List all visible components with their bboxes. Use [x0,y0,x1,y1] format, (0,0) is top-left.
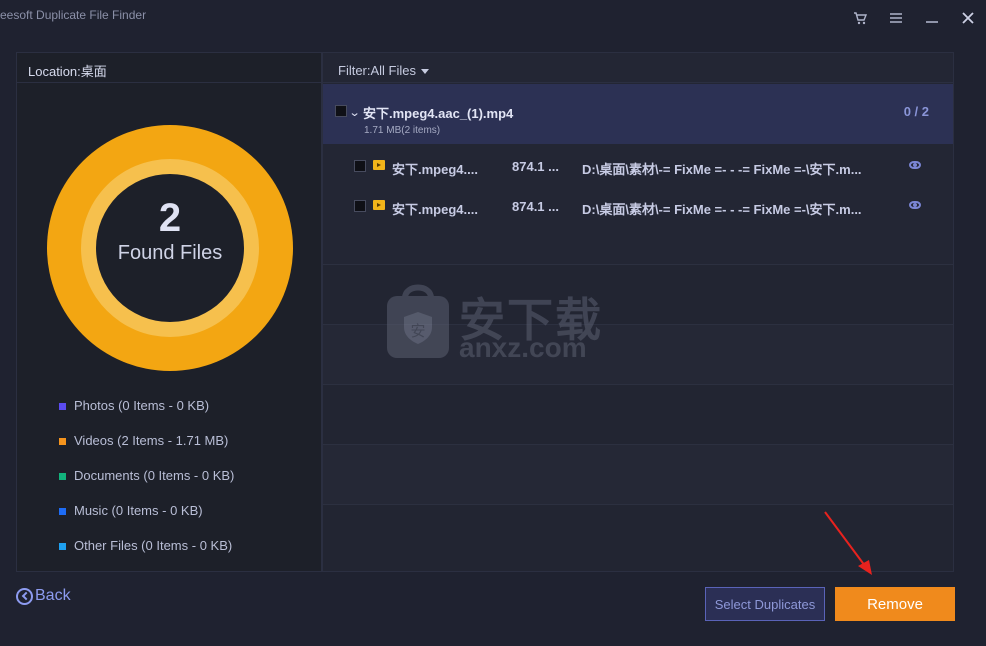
file-path: D:\桌面\素材\-= FixMe =- - -= FixMe =-\安下.m.… [582,202,862,217]
legend-label-photos: Photos (0 Items - 0 KB) [74,398,210,413]
minimize-icon[interactable] [922,9,942,27]
legend-label-music: Music (0 Items - 0 KB) [74,503,203,518]
legend-other: Other Files (0 Items - 0 KB) [59,538,234,573]
video-file-icon [373,200,385,210]
location-label: Location:桌面 [17,53,321,83]
back-arrow-icon [16,587,33,605]
legend-documents: Documents (0 Items - 0 KB) [59,468,234,503]
file-path: D:\桌面\素材\-= FixMe =- - -= FixMe =-\安下.m.… [582,162,862,177]
legend-dot-other [59,543,66,550]
select-duplicates-button[interactable]: Select Duplicates [705,587,825,621]
close-icon[interactable] [958,9,978,27]
chevron-down-icon [421,69,430,75]
legend-dot-photos [59,403,66,410]
file-checkbox[interactable] [354,200,366,212]
group-selected-count: 0 / 2 [903,104,929,119]
back-label: Back [35,587,71,604]
watermark-bag-icon: 安 [387,284,449,358]
preview-eye-icon[interactable] [909,201,921,209]
watermark-sub: anxz.com [459,332,587,363]
file-size: 874.1 ... [512,159,559,174]
annotation-arrow-icon [824,511,872,575]
watermark-badge: 安 [410,322,425,340]
file-name: 安下.mpeg4.... [392,202,478,217]
back-button[interactable]: Back [16,587,71,605]
remove-button[interactable]: Remove [835,587,955,621]
expand-chevron-icon[interactable]: ⌄ [349,106,361,119]
legend-videos: Videos (2 Items - 1.71 MB) [59,433,234,468]
file-row[interactable]: 安下.mpeg4.... 874.1 ... D:\桌面\素材\-= FixMe… [323,186,953,226]
found-files-donut: 2 Found Files [47,125,293,371]
summary-panel: Location:桌面 2 Found Files Photos (0 Item… [16,52,322,572]
legend-dot-videos [59,438,66,445]
title-bar: eesoft Duplicate File Finder [0,0,986,40]
file-checkbox[interactable] [354,160,366,172]
file-row[interactable]: 安下.mpeg4.... 874.1 ... D:\桌面\素材\-= FixMe… [323,146,953,186]
legend-music: Music (0 Items - 0 KB) [59,503,234,538]
donut-inner-ring: 2 Found Files [81,159,259,337]
app-title: eesoft Duplicate File Finder [0,8,147,22]
legend-photos: Photos (0 Items - 0 KB) [59,398,234,433]
group-checkbox[interactable] [335,105,347,117]
legend-dot-documents [59,473,66,480]
legend-label-videos: Videos (2 Items - 1.71 MB) [74,433,229,448]
preview-eye-icon[interactable] [909,161,921,169]
group-file-name: 安下.mpeg4.aac_(1).mp4 [363,106,514,121]
found-label: Found Files [117,242,223,264]
legend-dot-music [59,508,66,515]
group-size: 1.71 MB(2 items) [364,125,441,136]
cart-icon[interactable] [850,9,870,27]
video-file-icon [373,160,385,170]
filter-label: Filter:All Files [338,63,417,78]
filter-dropdown[interactable]: Filter:All Files [323,53,953,83]
category-legend: Photos (0 Items - 0 KB) Videos (2 Items … [59,398,234,573]
file-size: 874.1 ... [512,199,559,214]
duplicate-group-row[interactable]: ⌄ 安下.mpeg4.aac_(1).mp4 1.71 MB(2 items) … [323,84,953,144]
empty-row [323,444,953,504]
file-name: 安下.mpeg4.... [392,162,478,177]
legend-label-other: Other Files (0 Items - 0 KB) [74,538,233,553]
empty-row [323,384,953,444]
found-count: 2 [158,196,182,240]
menu-icon[interactable] [886,9,906,27]
legend-label-documents: Documents (0 Items - 0 KB) [74,468,235,483]
donut-center: 2 Found Files [96,174,244,322]
